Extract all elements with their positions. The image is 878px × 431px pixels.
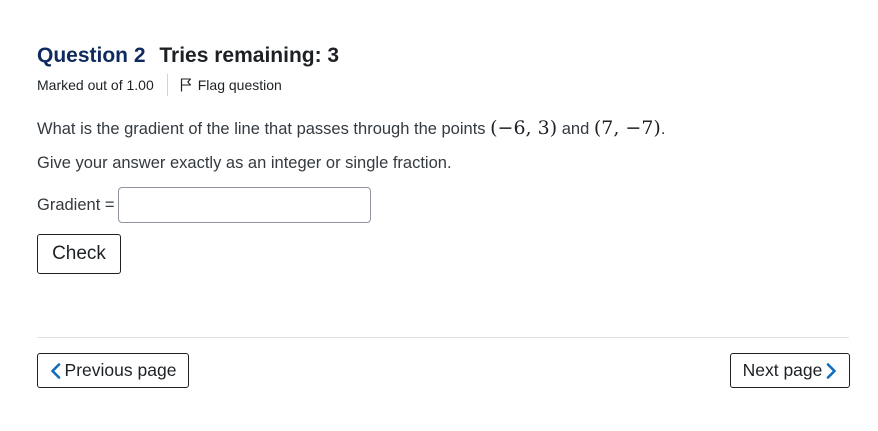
question-number: Question 2: [37, 44, 146, 67]
next-page-label: Next page: [742, 360, 823, 380]
previous-page-button[interactable]: Previous page: [37, 353, 189, 388]
info-divider: [166, 74, 168, 96]
answer-instructions: Give your answer exactly as an integer o…: [37, 154, 452, 172]
question-header: Question 2 Tries remaining: 3: [37, 44, 339, 68]
point-one: (−6, 3): [490, 117, 558, 139]
check-button-label: Check: [52, 243, 106, 264]
flag-question-label: Flag question: [197, 77, 282, 93]
chevron-right-icon: [826, 362, 837, 379]
question-text-and: and: [557, 120, 594, 138]
question-text-end: .: [660, 120, 666, 138]
flag-icon: [180, 78, 191, 92]
flag-question-link[interactable]: Flag question: [180, 77, 282, 93]
check-button[interactable]: Check: [37, 234, 121, 274]
previous-page-label: Previous page: [64, 360, 177, 380]
navigation-divider: [37, 337, 849, 338]
next-page-button[interactable]: Next page: [730, 353, 850, 388]
gradient-label: Gradient =: [37, 195, 115, 214]
question-text-start: What is the gradient of the line that pa…: [37, 120, 491, 138]
question-info: Marked out of 1.00 Flag question: [37, 74, 282, 96]
marked-out-of: Marked out of 1.00: [37, 77, 154, 93]
answer-row: Gradient =: [37, 187, 371, 223]
tries-remaining: Tries remaining: 3: [159, 44, 340, 67]
question-text: What is the gradient of the line that pa…: [37, 114, 665, 143]
gradient-input[interactable]: [117, 187, 371, 223]
point-two: (7, −7): [593, 117, 661, 139]
chevron-left-icon: [50, 362, 61, 379]
